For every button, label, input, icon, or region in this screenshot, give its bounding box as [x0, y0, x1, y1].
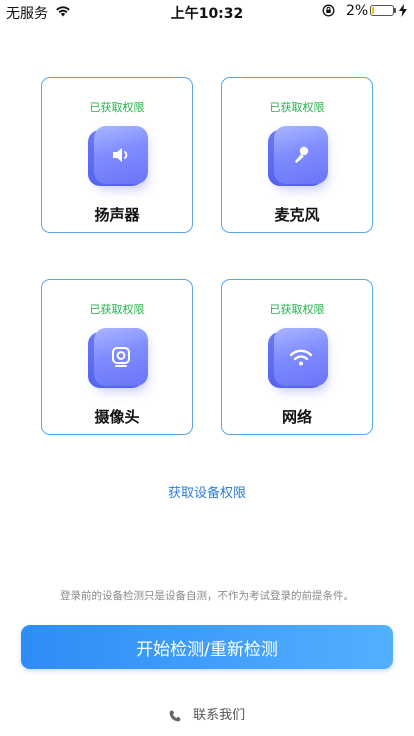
permission-status: 已获取权限 — [89, 101, 145, 114]
notice-text: 登录前的设备检测只是设备自测，不作为考试登录的前提条件。 — [60, 590, 354, 602]
battery-level — [372, 7, 374, 14]
device-card-microphone[interactable]: 已获取权限 麦克风 — [221, 77, 373, 233]
contact-us-label: 联系我们 — [193, 708, 246, 723]
device-card-network[interactable]: 已获取权限 网络 — [221, 279, 373, 435]
battery-percent: 2% — [346, 3, 369, 19]
device-card-speaker[interactable]: 已获取权限 扬声器 — [41, 77, 193, 233]
permission-status: 已获取权限 — [89, 303, 145, 316]
rotation-lock-icon — [322, 4, 335, 17]
start-detection-button[interactable]: 开始检测/重新检测 — [21, 625, 393, 669]
charging-icon — [399, 4, 407, 17]
microphone-icon — [268, 126, 328, 192]
device-label: 网络 — [281, 408, 312, 426]
speaker-icon — [88, 126, 148, 192]
camera-icon — [88, 328, 148, 394]
permission-status: 已获取权限 — [269, 101, 325, 114]
battery-icon — [370, 5, 394, 16]
permission-status: 已获取权限 — [269, 303, 325, 316]
device-label: 麦克风 — [274, 206, 320, 224]
phone-icon — [169, 710, 181, 721]
device-label: 扬声器 — [94, 206, 140, 224]
wifi-icon — [268, 328, 328, 394]
device-label: 摄像头 — [94, 408, 140, 426]
status-bar: 无服务 上午10:32 2% — [0, 0, 414, 24]
battery-cap — [394, 8, 396, 13]
device-card-camera[interactable]: 已获取权限 摄像头 — [41, 279, 193, 435]
contact-us-link[interactable]: 联系我们 — [0, 704, 414, 723]
get-permission-link[interactable]: 获取设备权限 — [0, 482, 414, 501]
